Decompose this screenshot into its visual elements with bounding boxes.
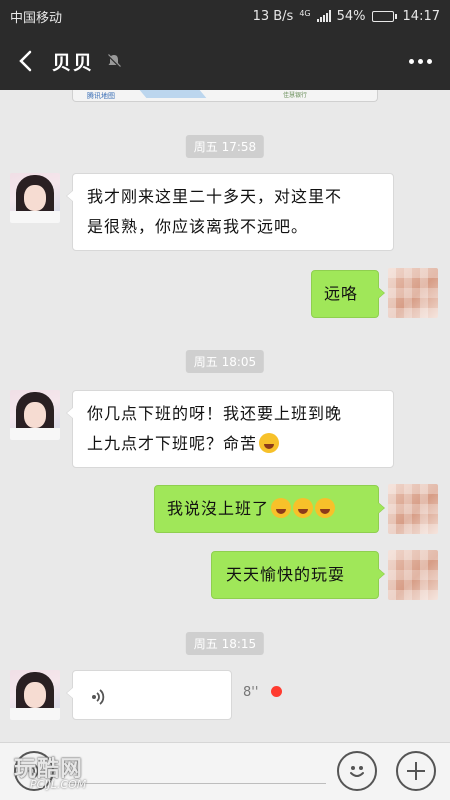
- laughing-emoji: [271, 498, 292, 518]
- friend-avatar[interactable]: [10, 670, 60, 720]
- map-road: [139, 90, 207, 98]
- back-button[interactable]: [0, 32, 50, 90]
- message-input[interactable]: [68, 783, 326, 784]
- my-avatar[interactable]: [388, 484, 438, 534]
- message-bubble-sent[interactable]: 远咯: [311, 270, 385, 318]
- message-bubble-sent[interactable]: 我说沒上班了: [154, 485, 385, 533]
- my-avatar[interactable]: [388, 268, 438, 318]
- chat-title[interactable]: 贝贝: [52, 48, 94, 75]
- add-button[interactable]: [396, 751, 436, 791]
- time-stamp: 周五 17:58: [185, 135, 265, 158]
- battery-icon: [371, 10, 397, 22]
- map-logo: 腾讯地图: [87, 92, 115, 100]
- map-tag: 佳慧银行: [283, 92, 308, 99]
- friend-avatar[interactable]: [10, 390, 60, 440]
- more-button[interactable]: [409, 32, 432, 90]
- carrier-name: 中国移动: [10, 10, 63, 26]
- voice-message-bubble[interactable]: [66, 670, 232, 720]
- message-text: 我说沒上班了: [167, 499, 270, 518]
- network-type: 4G: [299, 8, 311, 18]
- more-dots-icon: [409, 58, 414, 64]
- chat-header: 贝贝: [0, 32, 450, 90]
- message-bubble-received[interactable]: 我才刚来这里二十多天，对这里不 是很熟，你应该离我不远吧。: [66, 173, 394, 251]
- message-text: 天天愉快的玩耍: [226, 565, 346, 584]
- message-text: 远咯: [324, 284, 359, 303]
- location-card[interactable]: 腾讯地图 佳慧银行: [72, 90, 378, 102]
- voice-wave-icon: [92, 689, 105, 705]
- message-line: 上九点才下班呢？命苦: [87, 429, 379, 459]
- time-stamp: 周五 18:15: [185, 632, 265, 655]
- watermark-sub: PCIJL.COM: [30, 778, 87, 791]
- emoji-button[interactable]: [337, 751, 377, 791]
- message-line: 你几点下班的呀！我还要上班到晚: [87, 404, 343, 423]
- my-avatar[interactable]: [388, 550, 438, 600]
- back-chevron-icon: [19, 50, 32, 72]
- plus-icon: [407, 762, 425, 780]
- friend-avatar[interactable]: [10, 173, 60, 223]
- message-line: 是很熟，你应该离我不远吧。: [87, 217, 309, 236]
- battery-percent: 54%: [336, 8, 366, 24]
- status-indicators: 13 B/s 4G 54% 14:17: [253, 9, 440, 24]
- message-line: 我才刚来这里二十多天，对这里不: [87, 187, 343, 206]
- signal-icon: [316, 10, 331, 22]
- laughing-emoji: [315, 498, 336, 518]
- laughing-emoji: [293, 498, 314, 518]
- message-bubble-received[interactable]: 你几点下班的呀！我还要上班到晚 上九点才下班呢？命苦: [66, 390, 394, 468]
- clock: 14:17: [402, 8, 440, 24]
- smiley-icon: [350, 766, 364, 777]
- message-bubble-sent[interactable]: 天天愉快的玩耍: [211, 551, 385, 599]
- time-stamp: 周五 18:05: [185, 350, 265, 373]
- input-bar: 玩酷网 PCIJL.COM: [0, 742, 450, 800]
- network-speed: 13 B/s: [252, 8, 294, 24]
- unread-dot: [271, 686, 282, 697]
- tired-face-emoji: [259, 433, 280, 453]
- status-bar: 中国移动 13 B/s 4G 54% 14:17: [0, 0, 450, 32]
- voice-duration: 8'': [243, 685, 259, 700]
- message-text: 上九点才下班呢？命苦: [87, 434, 258, 453]
- bell-muted-icon: [104, 51, 124, 71]
